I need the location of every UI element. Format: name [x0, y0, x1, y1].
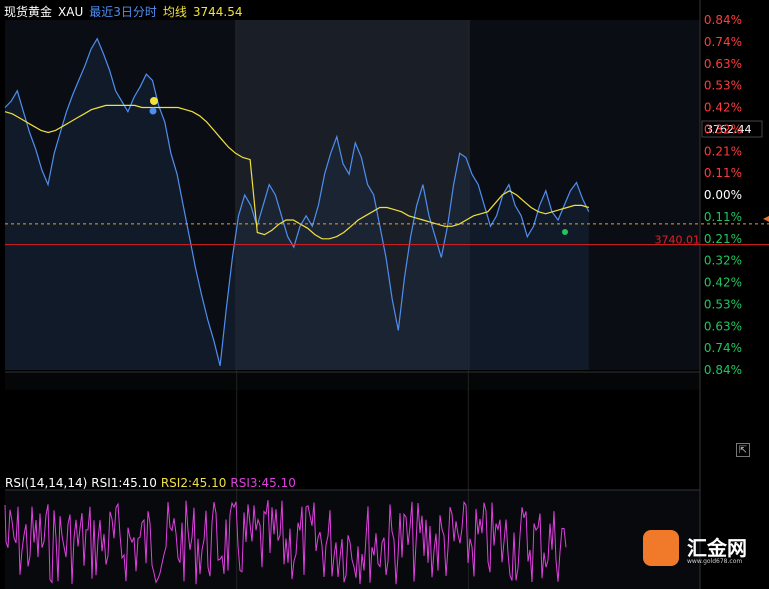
price-marker-icon — [763, 215, 769, 222]
avg-line-value: 3744.54 — [192, 5, 243, 19]
axis-tick-label: 0.53% — [704, 79, 742, 93]
logo-text: 汇金网 — [687, 536, 747, 560]
rsi1-value: RSI1:45.10 — [91, 476, 157, 490]
axis-tick-label: 0.32% — [704, 122, 742, 136]
axis-tick-label: 0.84% — [704, 13, 742, 27]
symbol-label: XAU — [58, 5, 84, 19]
logo-mark-icon — [643, 530, 679, 566]
price-marker-point — [149, 107, 157, 115]
avg-line-label: 均线 — [162, 5, 187, 19]
last-price-point — [562, 229, 568, 235]
axis-tick-label: 0.11% — [704, 166, 742, 180]
axis-tick-label: 0.32% — [704, 254, 742, 268]
axis-tick-label: 0.63% — [704, 57, 742, 71]
chart-canvas[interactable]: 3740.013762.44 0.84%0.74%0.63%0.53%0.42%… — [0, 0, 769, 589]
rsi-panel-bg — [5, 490, 700, 589]
rsi-title: RSI(14,14,14) — [5, 476, 88, 490]
reference-price-label: 3740.01 — [655, 234, 701, 247]
axis-tick-label: 0.84% — [704, 363, 742, 377]
axis-tick-label: 0.21% — [704, 144, 742, 158]
rsi2-value: RSI2:45.10 — [160, 476, 227, 490]
axis-tick-label: 0.63% — [704, 319, 742, 333]
volume-strip-bg — [5, 372, 700, 390]
axis-tick-label: 0.42% — [704, 101, 742, 115]
axis-tick-label: 0.21% — [704, 232, 742, 246]
collapse-icon[interactable]: ⇱ — [736, 443, 750, 457]
percent-axis: 0.84% 0.74% 0.63% 0.53% 0.42% 0.32% 0.21% 0.11%… — [704, 13, 742, 377]
instrument-name: 现货黄金 — [4, 5, 53, 19]
axis-tick-label: 0.42% — [704, 276, 742, 290]
axis-tick-label: 0.53% — [704, 297, 742, 311]
chart-header: 现货黄金 XAU 最近3日分时 均线 3744.54 — [4, 3, 249, 20]
logo-url: www.gold678.com — [687, 558, 743, 565]
period-label[interactable]: 最近3日分时 — [89, 5, 157, 19]
rsi3-value: RSI3:45.10 — [230, 476, 296, 490]
axis-tick-label: 0.11% — [704, 210, 742, 224]
axis-tick-label: 0.74% — [704, 35, 742, 49]
avg-marker-point — [150, 97, 158, 105]
axis-tick-label: 0.00% — [704, 188, 742, 202]
axis-tick-label: 0.74% — [704, 341, 742, 355]
rsi-header: RSI(14,14,14) RSI1:45.10 RSI2:45.10 RSI3:45… — [5, 476, 300, 490]
